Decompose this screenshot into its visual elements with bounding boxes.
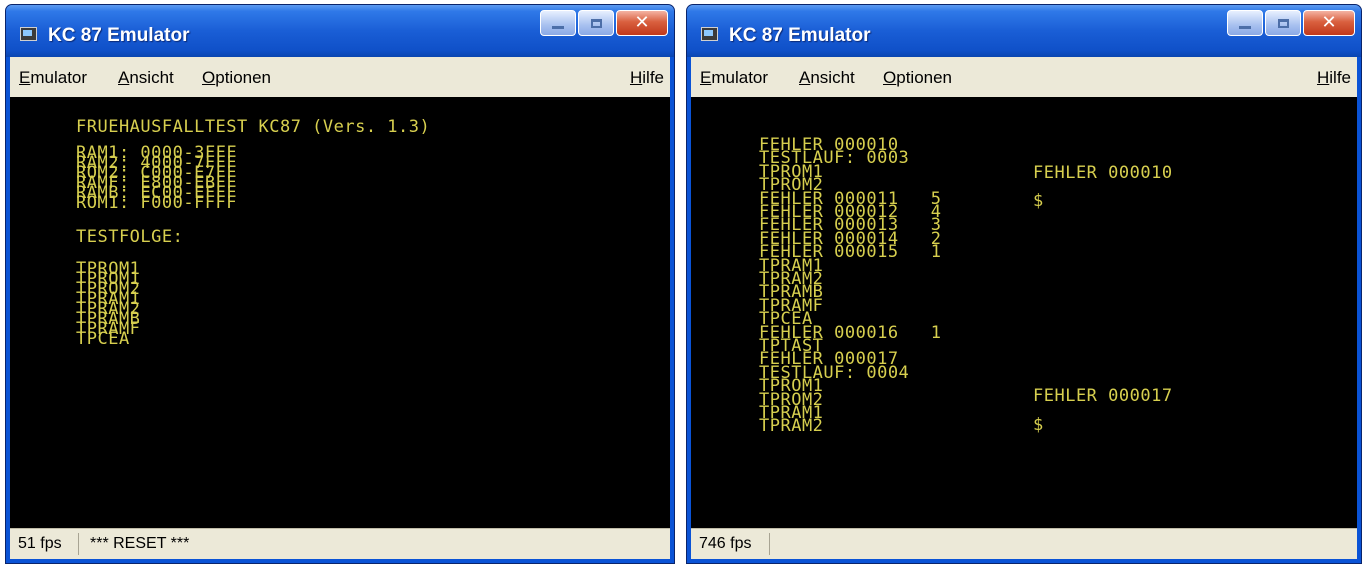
emulator-window-right: KC 87 Emulator ✕ Emulator Ansicht Option… <box>686 4 1362 564</box>
minimize-icon <box>552 25 564 29</box>
screen-text-line: TESTFOLGE: <box>76 227 184 247</box>
title-bar[interactable]: KC 87 Emulator ✕ <box>687 5 1361 57</box>
minimize-button[interactable] <box>540 10 576 36</box>
maximize-button[interactable] <box>578 10 614 36</box>
menu-ansicht[interactable]: Ansicht <box>799 68 855 88</box>
menu-optionen[interactable]: Optionen <box>202 68 271 88</box>
menu-bar: Emulator Ansicht Optionen Hilfe <box>10 57 670 97</box>
title-bar[interactable]: KC 87 Emulator ✕ <box>6 5 674 57</box>
minimize-button[interactable] <box>1227 10 1263 36</box>
screen-text-line: $ <box>1033 415 1044 435</box>
status-divider <box>769 533 770 555</box>
status-message <box>773 529 781 559</box>
screen-text-line: FRUEHAUSFALLTEST KC87 (Vers. 1.3) <box>76 117 431 137</box>
menu-emulator[interactable]: Emulator <box>19 68 87 88</box>
fps-readout: 746 fps <box>699 535 752 552</box>
screen-text-line: FEHLER 000017 <box>1033 386 1173 406</box>
fps-readout: 51 fps <box>18 535 62 552</box>
screen-text-line: $ <box>1033 191 1044 211</box>
maximize-icon <box>590 18 602 28</box>
window-title: KC 87 Emulator <box>48 25 190 46</box>
maximize-button[interactable] <box>1265 10 1301 36</box>
menu-hilfe[interactable]: Hilfe <box>630 68 664 88</box>
close-button[interactable]: ✕ <box>1303 10 1355 36</box>
screen-text-line: FEHLER 000010 <box>1033 163 1173 183</box>
screen-text-line: TPRAM2 <box>759 416 824 437</box>
emulator-screen[interactable]: FRUEHAUSFALLTEST KC87 (Vers. 1.3) RAM1: 0… <box>10 97 670 529</box>
maximize-icon <box>1277 18 1289 28</box>
close-button[interactable]: ✕ <box>616 10 668 36</box>
window-title: KC 87 Emulator <box>729 25 871 46</box>
emulator-screen[interactable]: FEHLER 000010 TESTLAUF: 0003 TPROM1 TPROM2 F… <box>691 97 1357 529</box>
menu-bar: Emulator Ansicht Optionen Hilfe <box>691 57 1357 97</box>
app-icon[interactable] <box>20 27 37 41</box>
menu-hilfe[interactable]: Hilfe <box>1317 68 1351 88</box>
menu-emulator[interactable]: Emulator <box>700 68 768 88</box>
app-icon[interactable] <box>701 27 718 41</box>
status-message: *** RESET *** <box>90 535 190 552</box>
status-bar: 746 fps <box>691 528 1357 559</box>
menu-optionen[interactable]: Optionen <box>883 68 952 88</box>
close-icon: ✕ <box>634 12 650 33</box>
close-icon: ✕ <box>1321 12 1337 33</box>
screen-text-line: ROM1: F000-FFFF <box>76 193 238 213</box>
screen-text-line: TPCEA <box>76 329 130 349</box>
menu-ansicht[interactable]: Ansicht <box>118 68 174 88</box>
status-divider <box>78 533 79 555</box>
status-bar: 51 fps *** RESET *** <box>10 528 670 559</box>
emulator-window-left: KC 87 Emulator ✕ Emulator Ansicht Option… <box>5 4 675 564</box>
minimize-icon <box>1239 25 1251 29</box>
